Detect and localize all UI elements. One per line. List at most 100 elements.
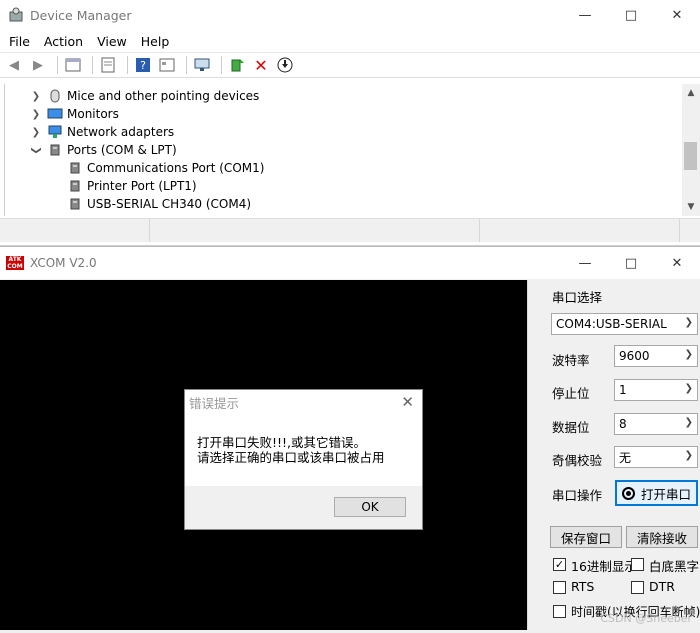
serial-operate-label: 串口操作 — [552, 488, 603, 503]
open-serial-button[interactable]: 打开串口 — [615, 480, 698, 506]
parity-label: 奇偶校验 — [552, 453, 603, 468]
tree-scrollbar[interactable]: ▲ ▼ — [682, 84, 700, 216]
tree-item-mice[interactable]: ❯ Mice and other pointing devices — [5, 87, 680, 105]
chevron-right-icon[interactable]: ❯ — [29, 127, 43, 138]
white-bg-label: 白底黑字 — [649, 559, 700, 574]
scroll-down-icon[interactable]: ▼ — [682, 202, 700, 212]
tree-item-network[interactable]: ❯ Network adapters — [5, 123, 680, 141]
ok-label: OK — [361, 500, 379, 514]
tree-item-com1[interactable]: Communications Port (COM1) — [5, 159, 680, 177]
tree-item-com4[interactable]: USB-SERIAL CH340 (COM4) — [5, 195, 680, 213]
update-driver-icon[interactable] — [227, 56, 247, 74]
help-icon[interactable]: ? — [133, 56, 153, 74]
hex-display-label: 16进制显示 — [571, 559, 637, 574]
port-icon — [67, 179, 83, 193]
dialog-line-2: 请选择正确的串口或该串口被占用 — [197, 450, 385, 465]
receive-scrollbar[interactable] — [527, 280, 542, 630]
serial-port-select[interactable]: COM4:USB-SERIAL ❯ — [551, 313, 698, 335]
download-icon[interactable] — [275, 56, 295, 74]
dtr-label: DTR — [649, 579, 675, 594]
device-manager-titlebar[interactable]: Device Manager — □ ✕ — [0, 0, 700, 30]
xcom-titlebar[interactable]: ATK COM XCOM V2.0 — □ ✕ — [0, 247, 700, 279]
chevron-right-icon[interactable]: ❯ — [29, 109, 43, 120]
parity-select[interactable]: 无 ❯ — [614, 446, 698, 468]
dialog-line-1: 打开串口失败!!!,或其它错误。 — [197, 435, 367, 450]
port-icon — [67, 161, 83, 175]
scroll-thumb[interactable] — [684, 142, 697, 170]
tree-item-label: Network adapters — [67, 125, 175, 139]
tree-item-monitors[interactable]: ❯ Monitors — [5, 105, 680, 123]
menu-action[interactable]: Action — [39, 34, 88, 49]
stop-bits-select[interactable]: 1 ❯ — [614, 379, 698, 401]
tree-item-label: USB-SERIAL CH340 (COM4) — [87, 197, 252, 211]
network-icon — [47, 125, 63, 139]
tree-item-ports[interactable]: ❯ Ports (COM & LPT) — [5, 141, 680, 159]
chevron-down-icon[interactable]: ❯ — [31, 143, 42, 157]
device-tree: ❯ Mice and other pointing devices ❯ Moni… — [4, 84, 680, 216]
save-window-label: 保存窗口 — [560, 530, 611, 546]
menu-file[interactable]: File — [4, 34, 35, 49]
hex-display-checkbox[interactable]: ✓ — [553, 558, 566, 571]
chevron-right-icon[interactable]: ❯ — [29, 91, 43, 102]
data-bits-label: 数据位 — [552, 420, 590, 435]
menu-help[interactable]: Help — [136, 34, 175, 49]
dialog-title: 错误提示 — [189, 396, 240, 411]
menu-bar: File Action View Help — [0, 30, 700, 52]
device-manager-window: Device Manager — □ ✕ File Action View He… — [0, 0, 700, 246]
tree-item-label: Mice and other pointing devices — [67, 89, 260, 103]
mouse-icon — [47, 89, 63, 103]
close-icon[interactable]: ✕ — [401, 393, 414, 411]
serial-select-label: 串口选择 — [552, 290, 603, 305]
chevron-down-icon: ❯ — [684, 383, 693, 394]
port-icon — [67, 197, 83, 211]
data-bits-value: 8 — [619, 417, 627, 431]
minimize-icon[interactable]: — — [562, 0, 608, 30]
toolbar: ◀ ▶ ? ✕ — [0, 52, 700, 78]
error-dialog: 错误提示 ✕ 打开串口失败!!!,或其它错误。 请选择正确的串口或该串口被占用 … — [184, 389, 423, 530]
chevron-down-icon: ❯ — [684, 349, 693, 360]
status-bar — [0, 218, 700, 242]
chevron-down-icon: ❯ — [684, 417, 693, 428]
data-bits-select[interactable]: 8 ❯ — [614, 413, 698, 435]
view-icon[interactable] — [98, 56, 118, 74]
ok-button[interactable]: OK — [334, 497, 406, 517]
rts-label: RTS — [571, 579, 595, 594]
tree-item-lpt1[interactable]: Printer Port (LPT1) — [5, 177, 680, 195]
maximize-icon[interactable]: □ — [608, 247, 654, 279]
baud-select[interactable]: 9600 ❯ — [614, 345, 698, 367]
baud-value: 9600 — [619, 349, 650, 363]
back-icon[interactable]: ◀ — [4, 56, 24, 74]
scroll-up-icon[interactable]: ▲ — [682, 88, 700, 98]
close-icon[interactable]: ✕ — [654, 247, 700, 279]
xcom-title: XCOM V2.0 — [30, 256, 97, 270]
chevron-down-icon: ❯ — [684, 450, 693, 461]
tree-item-label: Printer Port (LPT1) — [87, 179, 197, 193]
minimize-icon[interactable]: — — [562, 247, 608, 279]
logo-text: ATK — [8, 256, 22, 263]
save-window-button[interactable]: 保存窗口 — [550, 526, 622, 548]
dialog-message: 打开串口失败!!!,或其它错误。 请选择正确的串口或该串口被占用 — [197, 435, 385, 465]
dialog-footer: OK — [185, 486, 422, 529]
baud-label: 波特率 — [552, 353, 590, 368]
maximize-icon[interactable]: □ — [608, 0, 654, 30]
watermark: CSDN @Sneeber — [600, 612, 692, 625]
white-bg-checkbox[interactable] — [631, 558, 644, 571]
record-icon — [621, 486, 635, 500]
stop-bits-value: 1 — [619, 383, 627, 397]
timestamp-checkbox[interactable] — [553, 605, 566, 618]
forward-icon[interactable]: ▶ — [28, 56, 48, 74]
tree-item-label: Ports (COM & LPT) — [67, 143, 177, 157]
grid-icon[interactable] — [157, 56, 177, 74]
rts-checkbox[interactable] — [553, 581, 566, 594]
close-icon[interactable]: ✕ — [654, 0, 700, 30]
menu-view[interactable]: View — [92, 34, 132, 49]
atk-logo-icon: ATK COM — [6, 256, 24, 270]
window-title: Device Manager — [30, 7, 132, 23]
open-serial-label: 打开串口 — [640, 486, 691, 502]
dtr-checkbox[interactable] — [631, 581, 644, 594]
properties-icon[interactable] — [63, 56, 83, 74]
clear-receive-button[interactable]: 清除接收 — [626, 526, 698, 548]
scan-hardware-icon[interactable] — [192, 56, 212, 74]
uninstall-icon[interactable]: ✕ — [251, 56, 271, 75]
stop-bits-label: 停止位 — [552, 386, 590, 401]
